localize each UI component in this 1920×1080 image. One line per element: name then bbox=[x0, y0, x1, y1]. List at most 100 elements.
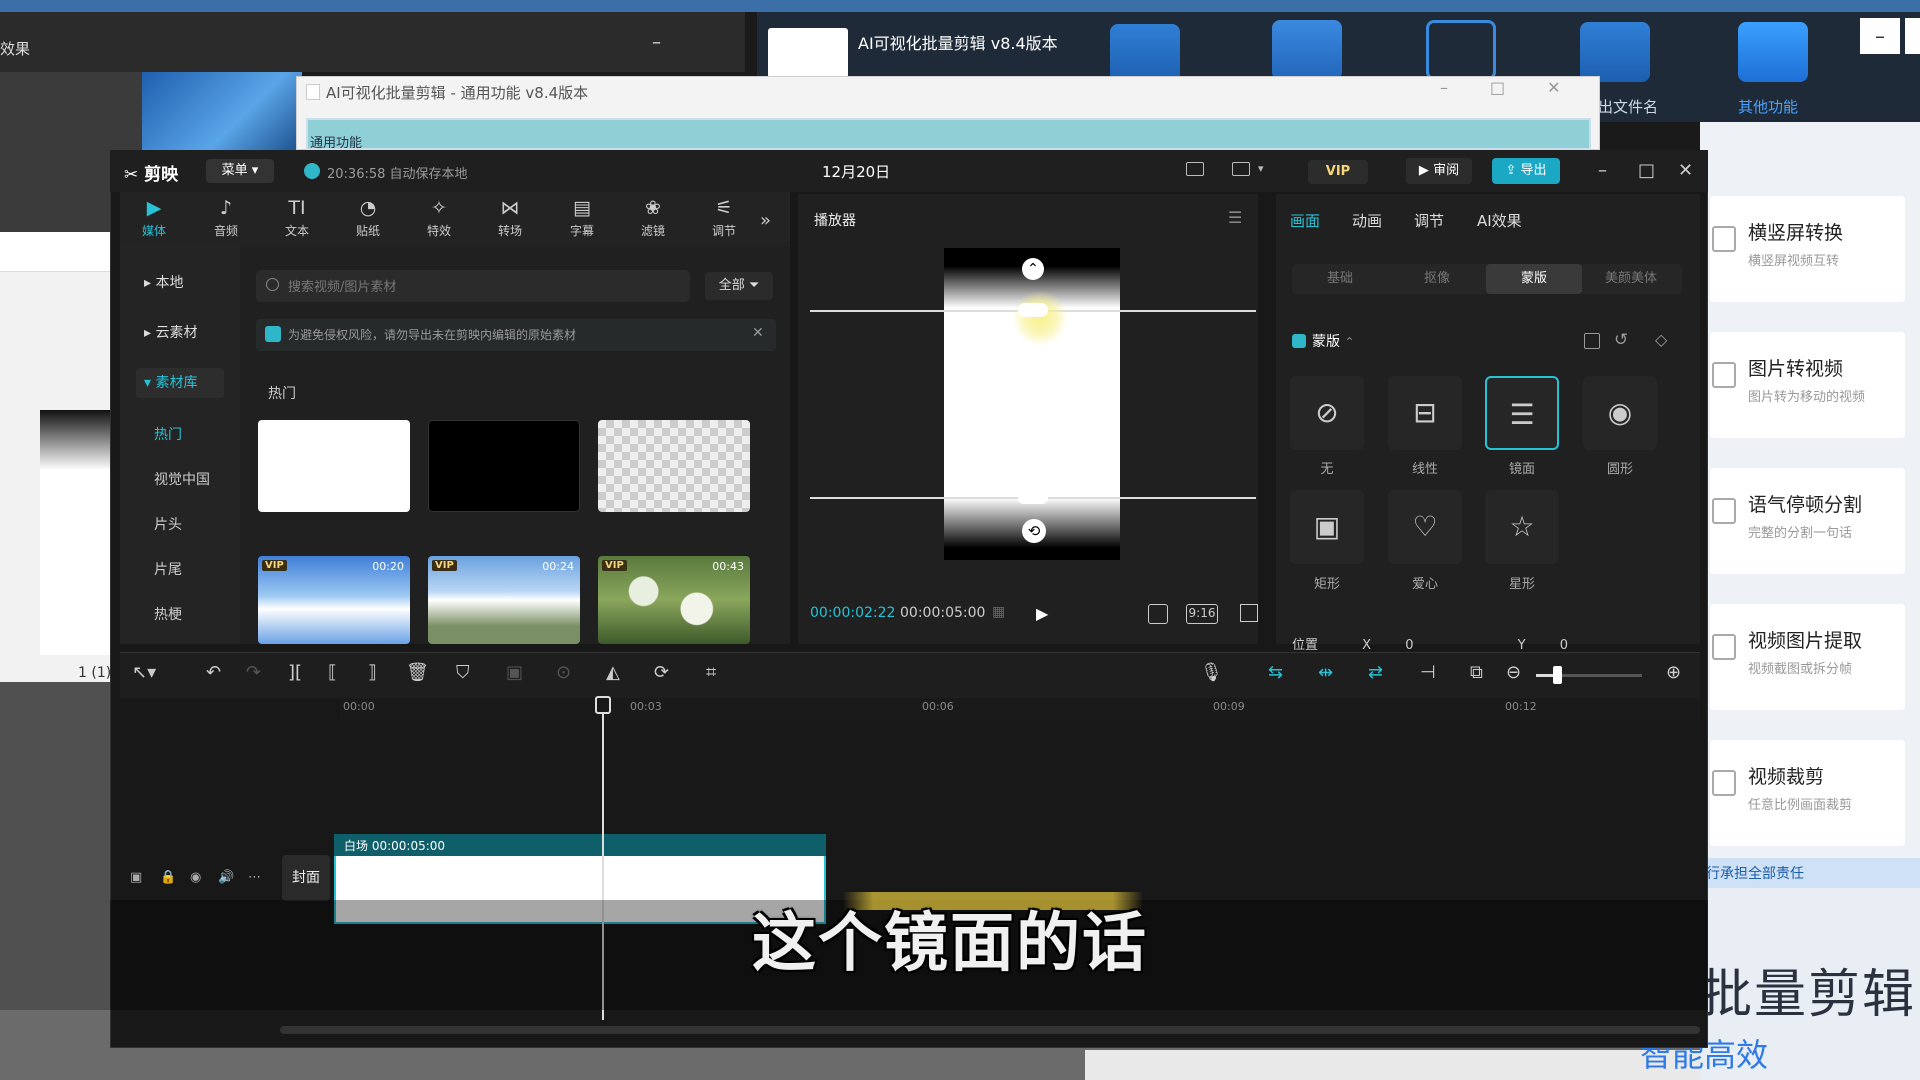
mask-shape-none[interactable]: ⊘ bbox=[1290, 376, 1364, 450]
background-left-minimize[interactable]: – bbox=[652, 32, 661, 53]
sidebar-item-library[interactable]: ▾ 素材库 bbox=[136, 368, 224, 398]
grid-icon[interactable] bbox=[1738, 22, 1808, 82]
sidebar-sub-vcg[interactable]: 视觉中国 bbox=[154, 469, 210, 489]
aspect-ratio-button[interactable]: 9:16 bbox=[1186, 604, 1218, 624]
review-button[interactable]: ▶ 审阅 bbox=[1406, 158, 1472, 184]
media-thumb-flowers[interactable]: VIP 00:24 bbox=[428, 556, 580, 644]
media-thumb-daisies[interactable]: VIP 00:43 bbox=[598, 556, 750, 644]
mask-shape-rect[interactable]: ▣ bbox=[1290, 490, 1364, 564]
tab-effects[interactable]: ✧ 特效 bbox=[413, 196, 465, 239]
tab-transition[interactable]: ⋈ 转场 bbox=[484, 196, 536, 239]
mask-shape-heart[interactable]: ♡ bbox=[1388, 490, 1462, 564]
tab-media[interactable]: ▶ 媒体 bbox=[128, 196, 180, 239]
background-top-close[interactable] bbox=[1905, 18, 1920, 54]
tab-text[interactable]: TI 文本 bbox=[271, 196, 323, 239]
microphone-icon[interactable]: 🎙 bbox=[1200, 662, 1223, 683]
mask-shape-mirror[interactable]: ☰ bbox=[1485, 376, 1559, 450]
maximize-button[interactable]: □ bbox=[1638, 160, 1655, 181]
cover-button[interactable]: 封面 bbox=[282, 855, 330, 901]
vip-button[interactable]: VIP bbox=[1308, 160, 1368, 184]
mask-shape-circle[interactable]: ◉ bbox=[1583, 376, 1657, 450]
chevron-down-icon[interactable]: ▾ bbox=[1258, 162, 1264, 175]
main-track-link-icon[interactable]: ⇆ bbox=[1268, 662, 1283, 683]
clapper-icon[interactable] bbox=[1110, 24, 1180, 84]
mask-shape-linear[interactable]: ⊟ bbox=[1388, 376, 1462, 450]
feature-card[interactable]: 视频裁剪 任意比例画面裁剪 bbox=[1710, 740, 1905, 846]
server-icon[interactable] bbox=[1272, 20, 1342, 80]
reset-icon[interactable]: ↺ bbox=[1614, 330, 1628, 350]
sidebar-item-cloud[interactable]: ▸ 云素材 bbox=[136, 318, 224, 348]
sidebar-sub-hot[interactable]: 热门 bbox=[154, 424, 182, 444]
tab-adjust[interactable]: ⚟ 调节 bbox=[698, 196, 750, 239]
tab-animation[interactable]: 动画 bbox=[1352, 210, 1382, 231]
sidebar-item-local[interactable]: ▸ 本地 bbox=[136, 268, 224, 298]
media-thumb-black[interactable] bbox=[428, 420, 580, 512]
undo-icon[interactable]: ↶ bbox=[206, 662, 221, 683]
lock-icon[interactable]: 🔒 bbox=[160, 870, 176, 885]
feature-card[interactable]: 语气停顿分割 完整的分割一句话 bbox=[1710, 468, 1905, 574]
y-input[interactable]: 0 bbox=[1560, 638, 1568, 653]
horizontal-scrollbar[interactable] bbox=[280, 1026, 1700, 1034]
background-middle-window-controls[interactable]: –□✕ bbox=[1440, 78, 1603, 97]
fullscreen-icon[interactable] bbox=[1240, 604, 1258, 622]
split-left-icon[interactable]: ⟦ bbox=[328, 662, 337, 683]
mirror-flip-icon[interactable]: ◭ bbox=[606, 662, 620, 683]
subtab-cutout[interactable]: 抠像 bbox=[1389, 264, 1485, 294]
fit-timeline-icon[interactable]: ⧉ bbox=[1470, 662, 1483, 683]
tab-ai-effects[interactable]: AI效果 bbox=[1477, 210, 1522, 231]
linkage-icon[interactable]: ⇄ bbox=[1368, 662, 1383, 683]
x-input[interactable]: 0 bbox=[1405, 638, 1413, 653]
play-button[interactable]: ▶ bbox=[1036, 604, 1048, 623]
shortcut-icon[interactable] bbox=[1186, 162, 1204, 176]
eye-icon[interactable]: ◉ bbox=[190, 870, 201, 885]
redo-icon[interactable]: ↷ bbox=[246, 662, 261, 683]
menu-button[interactable]: 菜单 ▾ bbox=[206, 159, 274, 183]
tab-filter[interactable]: ❀ 滤镜 bbox=[627, 196, 679, 239]
invert-icon[interactable] bbox=[1584, 333, 1600, 349]
media-thumb-white[interactable] bbox=[258, 420, 410, 512]
subtab-basic[interactable]: 基础 bbox=[1292, 264, 1388, 294]
grid-icon[interactable]: ▦ bbox=[992, 604, 1005, 620]
preview-axis-icon[interactable]: ⊣ bbox=[1420, 662, 1436, 683]
subtab-mask[interactable]: 蒙版 bbox=[1486, 264, 1582, 294]
background-top-minimize[interactable]: – bbox=[1860, 18, 1900, 54]
auto-snap-icon[interactable]: ⇹ bbox=[1318, 662, 1333, 683]
zoom-out-icon[interactable]: ⊖ bbox=[1506, 662, 1521, 683]
minimize-button[interactable]: – bbox=[1598, 160, 1607, 181]
zoom-in-icon[interactable]: ⊕ bbox=[1666, 662, 1681, 683]
tab-audio[interactable]: ♪ 音频 bbox=[200, 196, 252, 239]
playhead-handle[interactable] bbox=[595, 696, 611, 714]
rotate-tool-icon[interactable]: ⟳ bbox=[654, 662, 669, 683]
sidebar-sub-meme[interactable]: 热梗 bbox=[154, 604, 182, 624]
media-thumb-sky[interactable]: VIP 00:20 bbox=[258, 556, 410, 644]
mask-checkbox[interactable] bbox=[1292, 334, 1306, 348]
feature-card[interactable]: 横竖屏转换 横竖屏视频互转 bbox=[1710, 196, 1905, 302]
fit-screen-icon[interactable] bbox=[1148, 604, 1168, 624]
tab-captions[interactable]: ▤ 字幕 bbox=[556, 196, 608, 239]
filter-button[interactable]: 全部 ⏷ bbox=[705, 272, 773, 300]
mask-width-handle[interactable] bbox=[1018, 492, 1048, 504]
background-top-label-other[interactable]: 其他功能 bbox=[1738, 96, 1798, 117]
close-button[interactable]: ✕ bbox=[1678, 160, 1693, 181]
feature-card[interactable]: 视频图片提取 视频截图或拆分帧 bbox=[1710, 604, 1905, 710]
tab-sticker[interactable]: ◔ 贴纸 bbox=[342, 196, 394, 239]
more-icon[interactable]: ⋯ bbox=[248, 870, 261, 885]
tab-adjust-props[interactable]: 调节 bbox=[1414, 210, 1444, 231]
split-right-icon[interactable]: ⟧ bbox=[368, 662, 377, 683]
background-middle-tab[interactable]: 通用功能 bbox=[310, 132, 362, 151]
background-top-label[interactable]: 出文件名 bbox=[1598, 96, 1658, 117]
export-button[interactable]: ⇪ 导出 bbox=[1492, 158, 1560, 184]
sidebar-sub-outro[interactable]: 片尾 bbox=[154, 559, 182, 579]
split-icon[interactable]: ][ bbox=[288, 662, 302, 683]
reverse-icon[interactable]: ⊙ bbox=[556, 662, 571, 683]
media-thumb-transparent[interactable] bbox=[598, 420, 750, 512]
mask-feather-handle[interactable] bbox=[1018, 303, 1048, 317]
subtab-beauty[interactable]: 美颜美体 bbox=[1583, 264, 1679, 294]
zoom-slider-handle[interactable] bbox=[1553, 666, 1562, 684]
time-ruler[interactable] bbox=[340, 698, 1700, 720]
chevron-up-icon[interactable]: ⌃ bbox=[1344, 335, 1354, 349]
delete-icon[interactable]: 🗑 bbox=[406, 662, 429, 683]
rotate-icon[interactable]: ⟲ bbox=[1022, 519, 1046, 543]
select-tool-icon[interactable]: ↖▾ bbox=[132, 662, 156, 683]
track-toggle-icon[interactable]: ▣ bbox=[130, 870, 142, 885]
